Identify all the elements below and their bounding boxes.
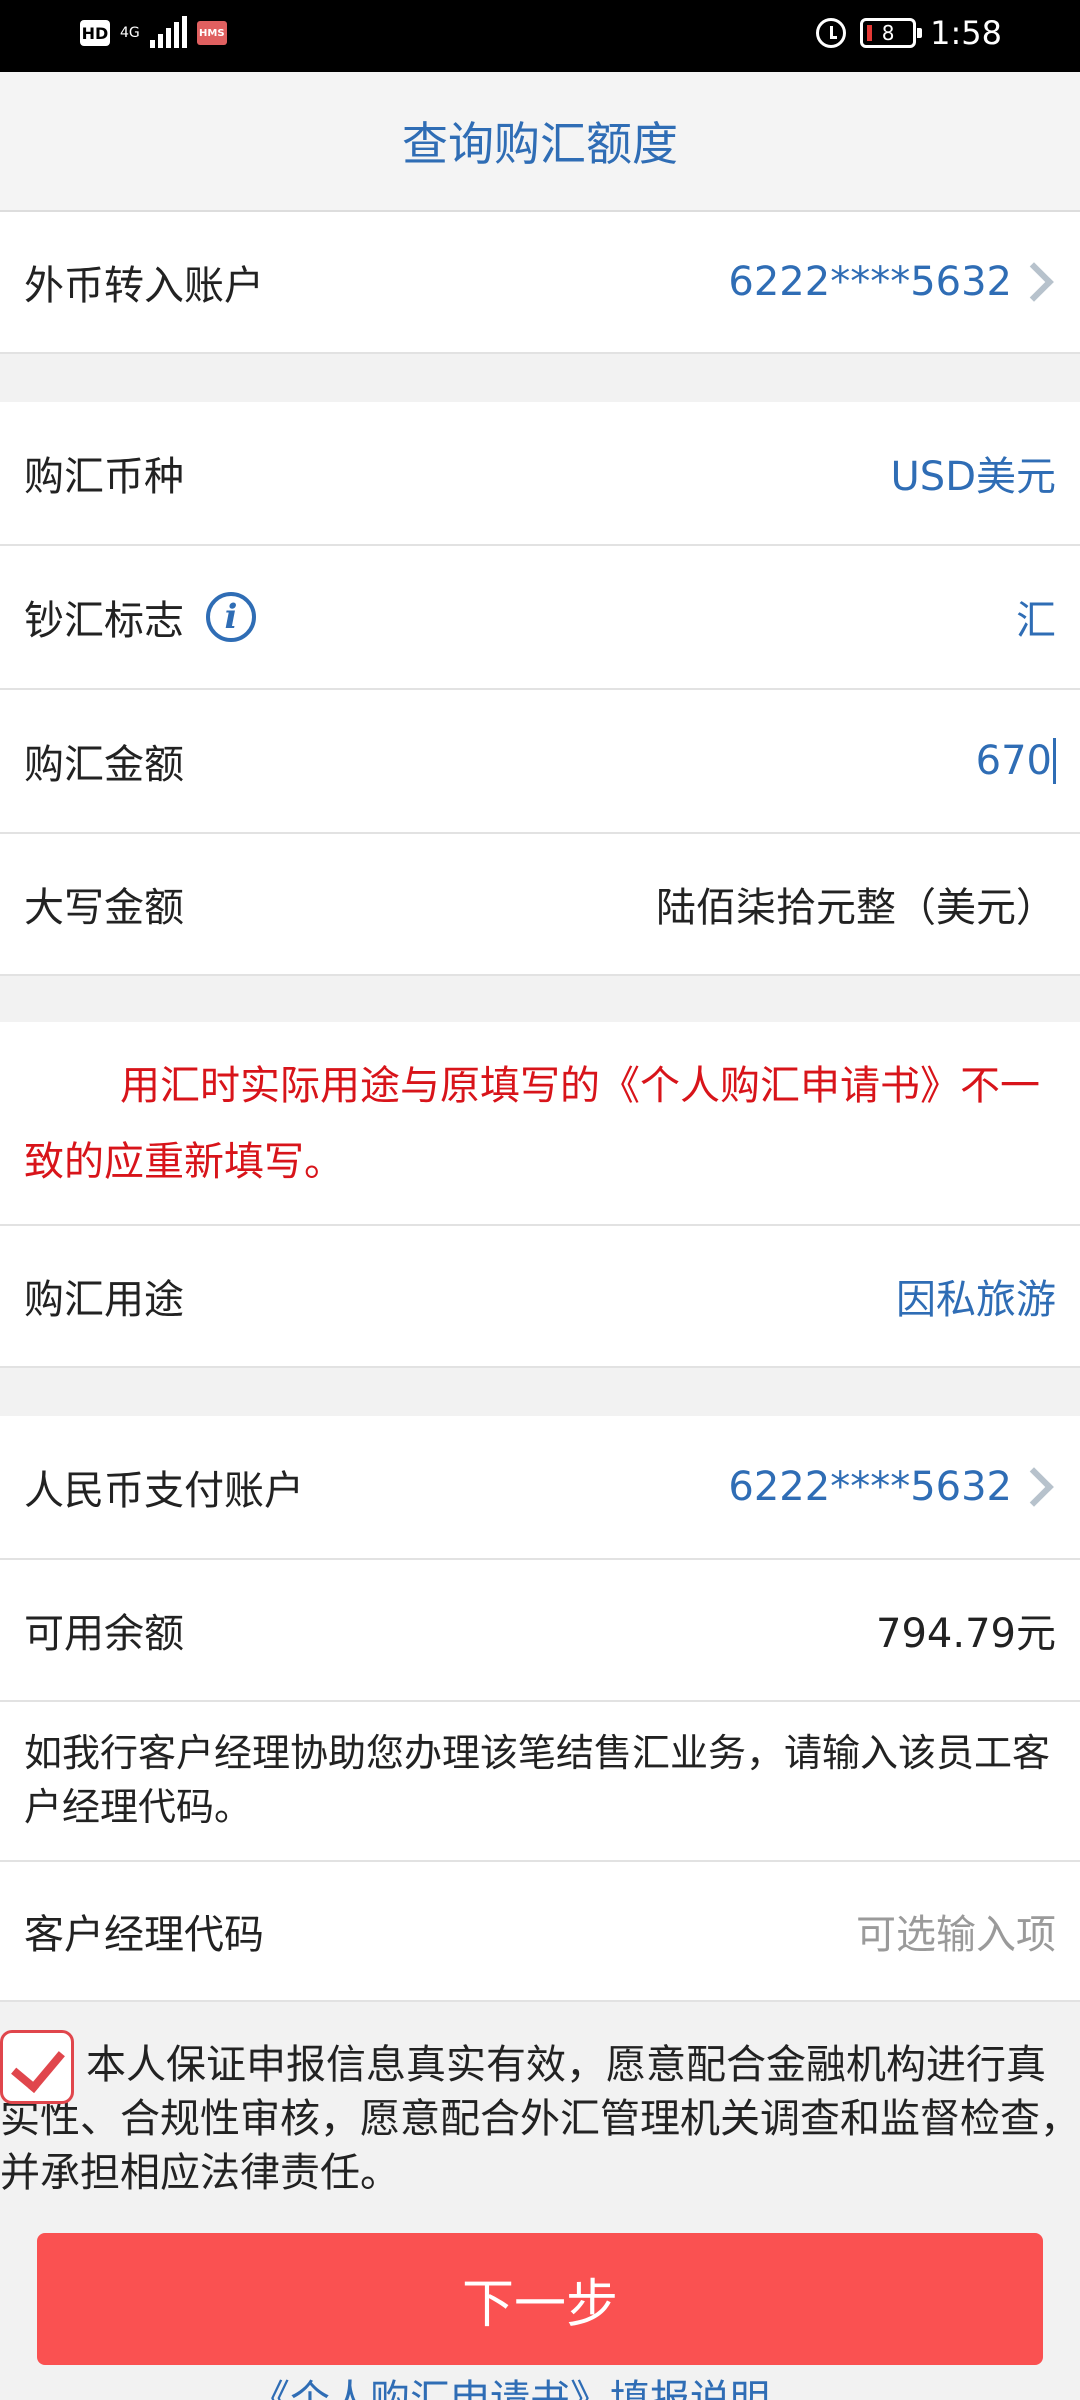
manager-helper-text: 如我行客户经理协助您办理该笔结售汇业务，请输入该员工客户经理代码。 <box>0 1702 1080 1862</box>
currency-value[interactable]: USD美元 <box>891 444 1056 502</box>
network-type: 4G <box>120 25 140 41</box>
checkmark-icon <box>11 2036 65 2094</box>
info-icon[interactable]: i <box>206 592 256 642</box>
amount-upper-label: 大写金额 <box>24 885 184 931</box>
query-quota-link[interactable]: 查询购汇额度 <box>402 108 678 174</box>
agreement-block: 本人保证申报信息真实有效，愿意配合金融机构进行真实性、合规性审核，愿意配合外汇管… <box>0 2030 1080 2200</box>
battery-icon: 8 <box>860 18 923 48</box>
currency-label: 购汇币种 <box>24 454 184 500</box>
purpose-row[interactable]: 购汇用途 因私旅游 <box>0 1226 1080 1368</box>
text-cursor <box>1053 738 1056 784</box>
cny-account-row[interactable]: 人民币支付账户 6222****5632 <box>0 1416 1080 1560</box>
balance-label: 可用余额 <box>24 1611 184 1657</box>
cash-remit-label: 钞汇标志 <box>24 598 184 644</box>
agreement-checkbox[interactable] <box>0 2030 74 2104</box>
cny-account-label: 人民币支付账户 <box>24 1468 304 1514</box>
purpose-value[interactable]: 因私旅游 <box>896 1267 1056 1325</box>
manager-code-label: 客户经理代码 <box>24 1912 264 1958</box>
clock: 1:58 <box>930 14 1002 52</box>
hms-icon: HMS <box>196 21 227 45</box>
next-button[interactable]: 下一步 <box>37 2233 1043 2365</box>
amount-upper-value: 陆佰柒拾元整（美元） <box>656 885 1056 931</box>
alarm-icon <box>816 18 847 48</box>
purpose-notice: 用汇时实际用途与原填写的《个人购汇申请书》不一致的应重新填写。 <box>0 1022 1080 1226</box>
cash-remit-row[interactable]: 钞汇标志 i 汇 <box>0 546 1080 690</box>
cny-account-value[interactable]: 6222****5632 <box>728 1464 1056 1510</box>
chevron-right-icon <box>1014 1467 1054 1507</box>
amount-row[interactable]: 购汇金额 670 <box>0 690 1080 834</box>
amount-upper-row: 大写金额 陆佰柒拾元整（美元） <box>0 834 1080 976</box>
amount-input[interactable]: 670 <box>976 738 1056 784</box>
status-bar: HD 4G HMS 8 1:58 <box>0 0 1080 72</box>
fx-account-value[interactable]: 6222****5632 <box>728 259 1056 305</box>
fx-account-row[interactable]: 外币转入账户 6222****5632 <box>0 212 1080 354</box>
purpose-label: 购汇用途 <box>24 1277 184 1323</box>
amount-label: 购汇金额 <box>24 742 184 788</box>
application-guide-link-row: 《个人购汇申请书》填报说明 <box>0 2378 1080 2400</box>
cash-remit-value[interactable]: 汇 <box>1016 588 1056 646</box>
agreement-text: 本人保证申报信息真实有效，愿意配合金融机构进行真实性、合规性审核，愿意配合外汇管… <box>0 2042 1080 2196</box>
next-button-label: 下一步 <box>461 2274 618 2335</box>
application-guide-link[interactable]: 《个人购汇申请书》填报说明 <box>250 2378 770 2400</box>
manager-code-row[interactable]: 客户经理代码 可选输入项 <box>0 1862 1080 2002</box>
status-right: 8 1:58 <box>816 14 1002 52</box>
hd-icon: HD <box>80 20 110 46</box>
amount-value: 670 <box>975 738 1052 784</box>
fx-account-label: 外币转入账户 <box>24 263 264 309</box>
balance-row: 可用余额 794.79元 <box>0 1560 1080 1702</box>
battery-level: 8 <box>881 21 895 45</box>
status-left: HD 4G HMS <box>80 16 227 48</box>
query-quota-header[interactable]: 查询购汇额度 <box>0 72 1080 212</box>
fx-account-number: 6222****5632 <box>728 259 1012 305</box>
chevron-right-icon <box>1014 262 1054 302</box>
cny-account-number: 6222****5632 <box>728 1464 1012 1510</box>
cash-remit-label-group: 钞汇标志 i <box>24 588 256 646</box>
manager-code-input[interactable]: 可选输入项 <box>856 1902 1056 1960</box>
currency-row[interactable]: 购汇币种 USD美元 <box>0 402 1080 546</box>
balance-value: 794.79元 <box>876 1611 1056 1657</box>
signal-icon <box>149 16 187 48</box>
